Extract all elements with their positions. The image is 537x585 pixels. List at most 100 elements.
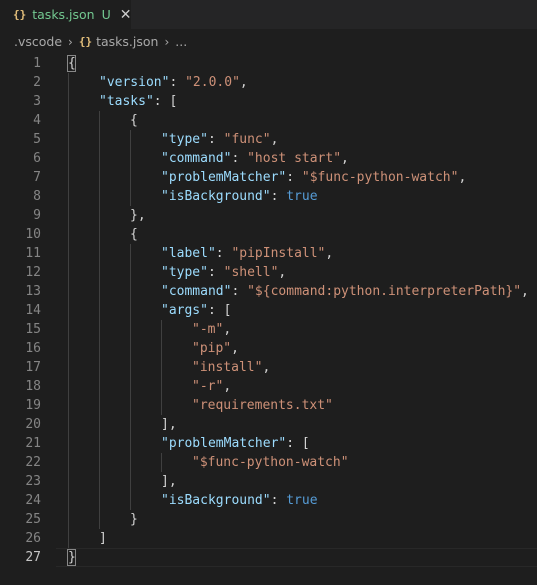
code-line[interactable]: 17 "install", [0, 358, 537, 377]
code-token: : [270, 189, 287, 204]
code-line[interactable]: 22 "$func-python-watch" [0, 453, 537, 472]
code-line[interactable]: 8 "isBackground": true [0, 187, 537, 206]
code-token: { [130, 113, 138, 128]
json-braces-icon: {} [13, 8, 27, 21]
line-number: 22 [25, 455, 41, 470]
code-line[interactable]: 27} [0, 548, 537, 567]
code-text: ], [161, 472, 177, 491]
code-token: true [286, 189, 318, 204]
code-text: { [130, 111, 138, 130]
code-line[interactable]: 12 "type": "shell", [0, 263, 537, 282]
line-number: 23 [25, 474, 41, 489]
code-text: ] [99, 529, 107, 548]
close-icon[interactable]: ✕ [120, 7, 132, 23]
code-text: "-m", [192, 320, 231, 339]
code-line[interactable]: 23], [0, 472, 537, 491]
code-text: ], [161, 415, 177, 434]
line-number: 27 [25, 550, 41, 565]
code-text: } [130, 510, 138, 529]
code-text: "requirements.txt" [192, 396, 333, 415]
code-line[interactable]: 20], [0, 415, 537, 434]
untracked-badge: U [101, 7, 111, 22]
code-text: "isBackground": true [161, 187, 318, 206]
code-token: , [262, 360, 271, 375]
code-line[interactable]: 15 "-m", [0, 320, 537, 339]
code-line[interactable]: 5 "type": "func", [0, 130, 537, 149]
code-text: "version": "2.0.0", [99, 73, 248, 92]
line-number: 18 [25, 379, 41, 394]
code-token: "install" [192, 360, 263, 375]
code-line[interactable]: 1{ [0, 54, 537, 73]
code-token: : [286, 170, 302, 185]
code-text: "label": "pipInstall", [161, 244, 333, 263]
code-text: { [130, 225, 138, 244]
code-token: : [207, 132, 224, 147]
code-line[interactable]: 26] [0, 529, 537, 548]
line-number: 17 [25, 360, 41, 375]
breadcrumb-folder[interactable]: .vscode [14, 34, 62, 49]
code-token: : [169, 75, 186, 90]
code-text: "problemMatcher": "$func-python-watch", [161, 168, 466, 187]
code-text: "isBackground": true [161, 491, 318, 510]
code-token: true [286, 493, 318, 508]
tab-bar: {} tasks.json U ✕ [0, 0, 537, 29]
code-line[interactable]: 25} [0, 510, 537, 529]
code-token: "version" [99, 75, 170, 90]
code-token: , [223, 379, 232, 394]
code-token: , [458, 170, 467, 185]
line-number: 21 [25, 436, 41, 451]
code-token: "func" [223, 132, 271, 147]
code-token: "type" [161, 265, 208, 280]
code-line[interactable]: 7 "problemMatcher": "$func-python-watch", [0, 168, 537, 187]
code-line[interactable]: 6 "command": "host start", [0, 149, 537, 168]
line-number: 4 [33, 113, 41, 128]
code-token: ], [161, 417, 177, 432]
code-line[interactable]: 2 "version": "2.0.0", [0, 73, 537, 92]
code-line[interactable]: 14 "args": [ [0, 301, 537, 320]
breadcrumb-file[interactable]: tasks.json [96, 34, 158, 49]
code-line[interactable]: 18 "-r", [0, 377, 537, 396]
chevron-right-icon: › [164, 34, 170, 49]
code-line[interactable]: 21 "problemMatcher": [ [0, 434, 537, 453]
code-text: "type": "func", [161, 130, 278, 149]
code-line[interactable]: 19 "requirements.txt" [0, 396, 537, 415]
line-number: 7 [33, 170, 41, 185]
code-text: "command": "${command:python.interpreter… [161, 282, 529, 301]
code-token: "label" [161, 246, 216, 261]
code-line[interactable]: 16 "pip", [0, 339, 537, 358]
code-token: ] [99, 531, 107, 546]
code-token: "shell" [223, 265, 279, 280]
line-number: 3 [33, 94, 41, 109]
code-text: "-r", [192, 377, 231, 396]
code-token: , [341, 151, 349, 166]
code-token: "args" [161, 303, 208, 318]
code-token: "problemMatcher" [161, 436, 287, 451]
code-token: : [231, 151, 248, 166]
code-line[interactable]: 13 "command": "${command:python.interpret… [0, 282, 537, 301]
code-token: "2.0.0" [185, 75, 240, 90]
code-text: "$func-python-watch" [192, 453, 349, 472]
code-token: : [ [207, 303, 232, 318]
code-line[interactable]: 9}, [0, 206, 537, 225]
code-line[interactable]: 3 "tasks": [ [0, 92, 537, 111]
code-token: : [ [286, 436, 310, 451]
breadcrumb: .vscode › {} tasks.json › ... [0, 29, 537, 54]
code-token: "-r" [192, 379, 224, 394]
code-token: }, [130, 208, 146, 223]
code-text: "args": [ [161, 301, 231, 320]
line-number: 5 [33, 132, 41, 147]
line-number: 1 [33, 56, 41, 71]
json-braces-icon: {} [78, 35, 93, 48]
code-token: "isBackground" [161, 189, 271, 204]
code-line[interactable]: 10 { [0, 225, 537, 244]
code-line[interactable]: 24 "isBackground": true [0, 491, 537, 510]
indent-guide [130, 130, 131, 206]
code-token: , [325, 246, 334, 261]
code-editor[interactable]: 1{2 "version": "2.0.0", 3 "tasks": [4{5 "typ… [0, 54, 537, 585]
code-text: "pip", [192, 339, 239, 358]
breadcrumb-more[interactable]: ... [175, 34, 187, 49]
tab-tasks-json[interactable]: {} tasks.json U ✕ [0, 0, 132, 29]
code-text: "command": "host start", [161, 149, 349, 168]
code-line[interactable]: 4{ [0, 111, 537, 130]
code-line[interactable]: 11 "label": "pipInstall", [0, 244, 537, 263]
